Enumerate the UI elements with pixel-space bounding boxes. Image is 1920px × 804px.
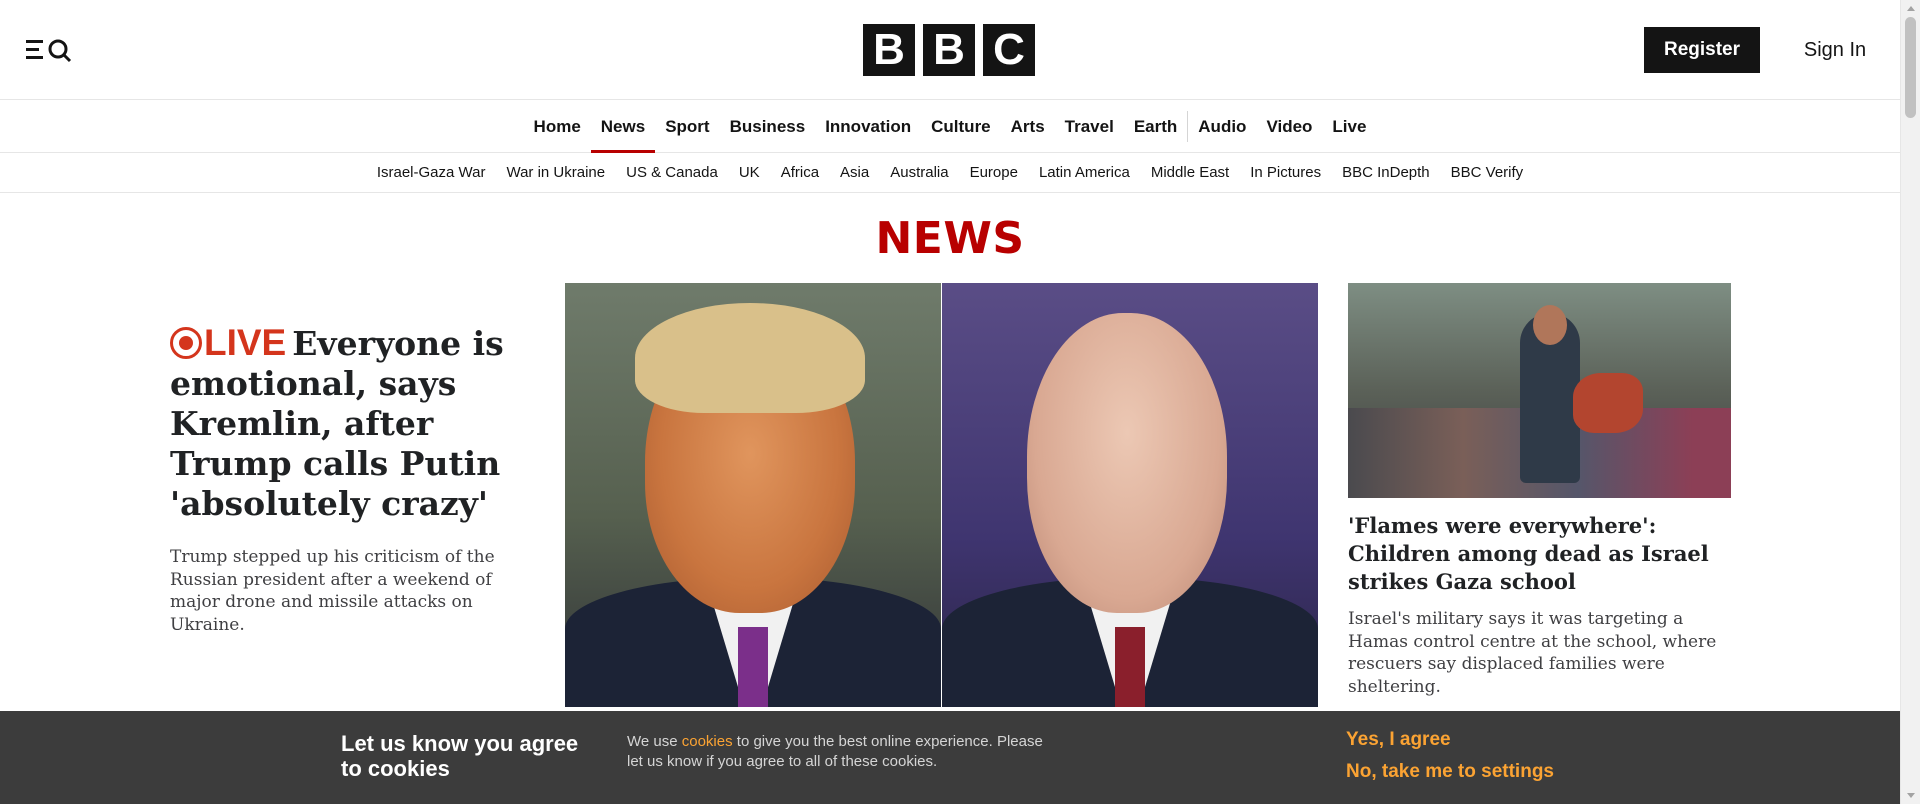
lead-story-card[interactable]: LIVE Everyone is emotional, says Kremlin,…: [170, 323, 540, 636]
side-story-image[interactable]: [1348, 283, 1731, 498]
nav-item-innovation[interactable]: Innovation: [815, 101, 921, 152]
subnav-item-bbc-verify[interactable]: BBC Verify: [1440, 164, 1534, 181]
vertical-scrollbar[interactable]: [1900, 0, 1920, 804]
cookie-agree-button[interactable]: Yes, I agree: [1346, 729, 1451, 751]
scroll-down-arrow-icon[interactable]: [1907, 793, 1915, 798]
nav-item-video[interactable]: Video: [1256, 101, 1322, 152]
nav-item-travel[interactable]: Travel: [1055, 101, 1124, 152]
subnav-item-australia[interactable]: Australia: [880, 164, 959, 181]
primary-nav: Home News Sport Business Innovation Cult…: [0, 101, 1900, 153]
subnav-item-middle-east[interactable]: Middle East: [1140, 164, 1239, 181]
nav-item-earth[interactable]: Earth: [1124, 101, 1187, 152]
subnav-item-europe[interactable]: Europe: [959, 164, 1028, 181]
cookies-link[interactable]: cookies: [682, 733, 733, 750]
cookie-banner: Let us know you agree to cookies We use …: [0, 711, 1900, 804]
secondary-nav: Israel-Gaza War War in Ukraine US & Cana…: [0, 153, 1900, 193]
cookie-text-before: We use: [627, 733, 682, 750]
lead-story-summary: Trump stepped up his criticism of the Ru…: [170, 547, 495, 635]
lead-story-image[interactable]: [565, 283, 1318, 707]
lead-story-headline[interactable]: LIVE Everyone is emotional, says Kremlin,…: [170, 323, 540, 524]
logo-letter: B: [923, 24, 975, 76]
nav-item-live[interactable]: Live: [1322, 101, 1376, 152]
subnav-item-in-pictures[interactable]: In Pictures: [1240, 164, 1332, 181]
subnav-item-asia[interactable]: Asia: [830, 164, 880, 181]
subnav-item-bbc-indepth[interactable]: BBC InDepth: [1332, 164, 1441, 181]
side-story-summary: Israel's military says it was targeting …: [1348, 609, 1717, 697]
subnav-item-us-canada[interactable]: US & Canada: [616, 164, 729, 181]
live-label: LIVE: [204, 322, 287, 363]
nav-item-culture[interactable]: Culture: [921, 101, 1001, 152]
menu-search-icon[interactable]: [26, 36, 78, 64]
nav-item-sport[interactable]: Sport: [655, 101, 719, 152]
side-story-card[interactable]: 'Flames were everywhere': Children among…: [1348, 512, 1731, 698]
scroll-up-arrow-icon[interactable]: [1907, 6, 1915, 11]
nav-item-home[interactable]: Home: [524, 101, 591, 152]
site-header: B B C Register Sign In: [0, 0, 1900, 100]
subnav-item-israel-gaza-war[interactable]: Israel-Gaza War: [366, 164, 496, 181]
subnav-item-africa[interactable]: Africa: [770, 164, 829, 181]
live-icon: [170, 327, 202, 359]
page-title: NEWS: [875, 213, 1025, 264]
subnav-item-uk[interactable]: UK: [728, 164, 770, 181]
subnav-item-war-in-ukraine[interactable]: War in Ukraine: [496, 164, 616, 181]
cookie-banner-title: Let us know you agree to cookies: [341, 731, 579, 781]
nav-item-news[interactable]: News: [590, 101, 656, 153]
logo-letter: B: [863, 24, 915, 76]
logo-letter: C: [983, 24, 1035, 76]
cookie-settings-button[interactable]: No, take me to settings: [1346, 761, 1554, 783]
nav-item-arts[interactable]: Arts: [1001, 101, 1055, 152]
nav-item-audio[interactable]: Audio: [1188, 101, 1256, 152]
scrollbar-thumb[interactable]: [1905, 17, 1916, 118]
cookie-banner-text: We use cookies to give you the best onli…: [627, 732, 1047, 772]
nav-item-business[interactable]: Business: [720, 101, 816, 152]
subnav-item-latin-america[interactable]: Latin America: [1028, 164, 1140, 181]
putin-portrait-image: [942, 283, 1318, 707]
sign-in-button[interactable]: Sign In: [1790, 27, 1880, 73]
trump-portrait-image: [565, 283, 941, 707]
register-button[interactable]: Register: [1644, 27, 1760, 73]
side-story-headline[interactable]: 'Flames were everywhere': Children among…: [1348, 512, 1731, 596]
bbc-logo[interactable]: B B C: [863, 24, 1035, 76]
